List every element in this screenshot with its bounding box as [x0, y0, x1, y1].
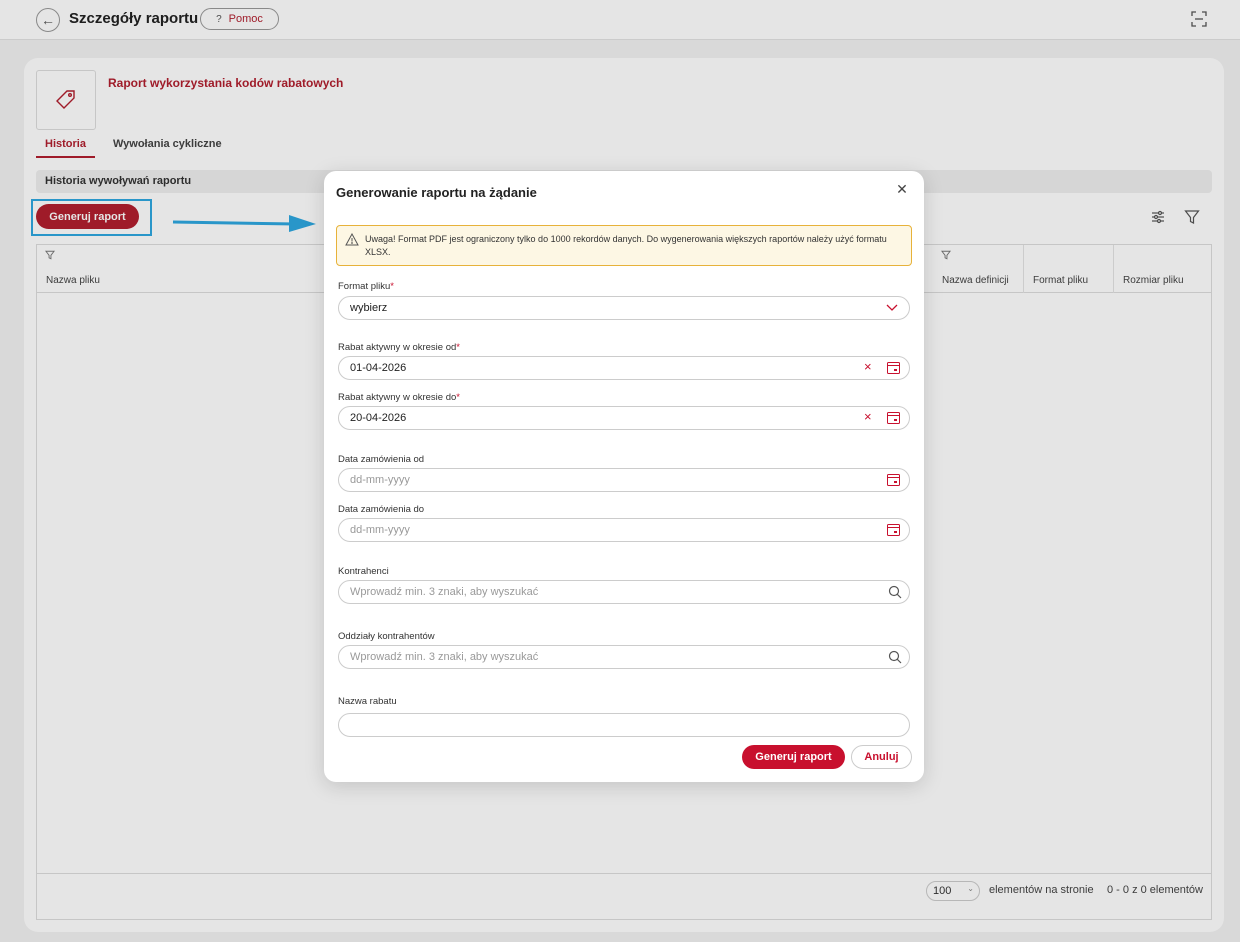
- active-to-value: 20-04-2026: [350, 412, 407, 424]
- calendar-icon[interactable]: [887, 412, 900, 424]
- cancel-button[interactable]: Anuluj: [851, 745, 912, 769]
- generate-report-dialog: Generowanie raportu na żądanie ✕ Uwaga! …: [324, 171, 924, 782]
- calendar-icon[interactable]: [887, 474, 900, 486]
- warning-text: Uwaga! Format PDF jest ograniczony tylko…: [365, 234, 887, 257]
- format-select[interactable]: wybierz: [338, 296, 910, 320]
- format-value: wybierz: [350, 302, 388, 314]
- branches-placeholder: Wprowadź min. 3 znaki, aby wyszukać: [350, 651, 539, 663]
- order-to-label: Data zamówienia do: [338, 504, 425, 515]
- clear-icon[interactable]: ×: [864, 359, 872, 374]
- contractors-placeholder: Wprowadź min. 3 znaki, aby wyszukać: [350, 586, 539, 598]
- close-icon[interactable]: ✕: [894, 181, 910, 197]
- search-icon[interactable]: [888, 650, 902, 664]
- active-from-input[interactable]: 01-04-2026 ×: [338, 356, 910, 380]
- branches-search-input[interactable]: Wprowadź min. 3 znaki, aby wyszukać: [338, 645, 910, 669]
- active-to-label: Rabat aktywny w okresie do*: [338, 392, 460, 403]
- format-label: Format pliku*: [338, 281, 394, 292]
- discount-name-input[interactable]: [338, 713, 910, 737]
- dialog-title: Generowanie raportu na żądanie: [336, 185, 537, 200]
- active-from-label: Rabat aktywny w okresie od*: [338, 342, 460, 353]
- submit-generate-button[interactable]: Generuj raport: [742, 745, 845, 769]
- warning-banner: Uwaga! Format PDF jest ograniczony tylko…: [336, 225, 912, 266]
- branches-label: Oddziały kontrahentów: [338, 631, 435, 642]
- contractors-label: Kontrahenci: [338, 566, 389, 577]
- order-from-label: Data zamówienia od: [338, 454, 425, 465]
- active-from-value: 01-04-2026: [350, 362, 407, 374]
- clear-icon[interactable]: ×: [864, 409, 872, 424]
- warning-icon: [345, 233, 359, 246]
- contractors-search-input[interactable]: Wprowadź min. 3 znaki, aby wyszukać: [338, 580, 910, 604]
- chevron-down-icon: [886, 304, 898, 311]
- active-to-input[interactable]: 20-04-2026 ×: [338, 406, 910, 430]
- search-icon[interactable]: [888, 585, 902, 599]
- order-to-placeholder: dd-mm-yyyy: [350, 524, 410, 536]
- order-from-input[interactable]: dd-mm-yyyy: [338, 468, 910, 492]
- order-to-input[interactable]: dd-mm-yyyy: [338, 518, 910, 542]
- discount-name-label: Nazwa rabatu: [338, 696, 397, 707]
- calendar-icon[interactable]: [887, 524, 900, 536]
- calendar-icon[interactable]: [887, 362, 900, 374]
- order-from-placeholder: dd-mm-yyyy: [350, 474, 410, 486]
